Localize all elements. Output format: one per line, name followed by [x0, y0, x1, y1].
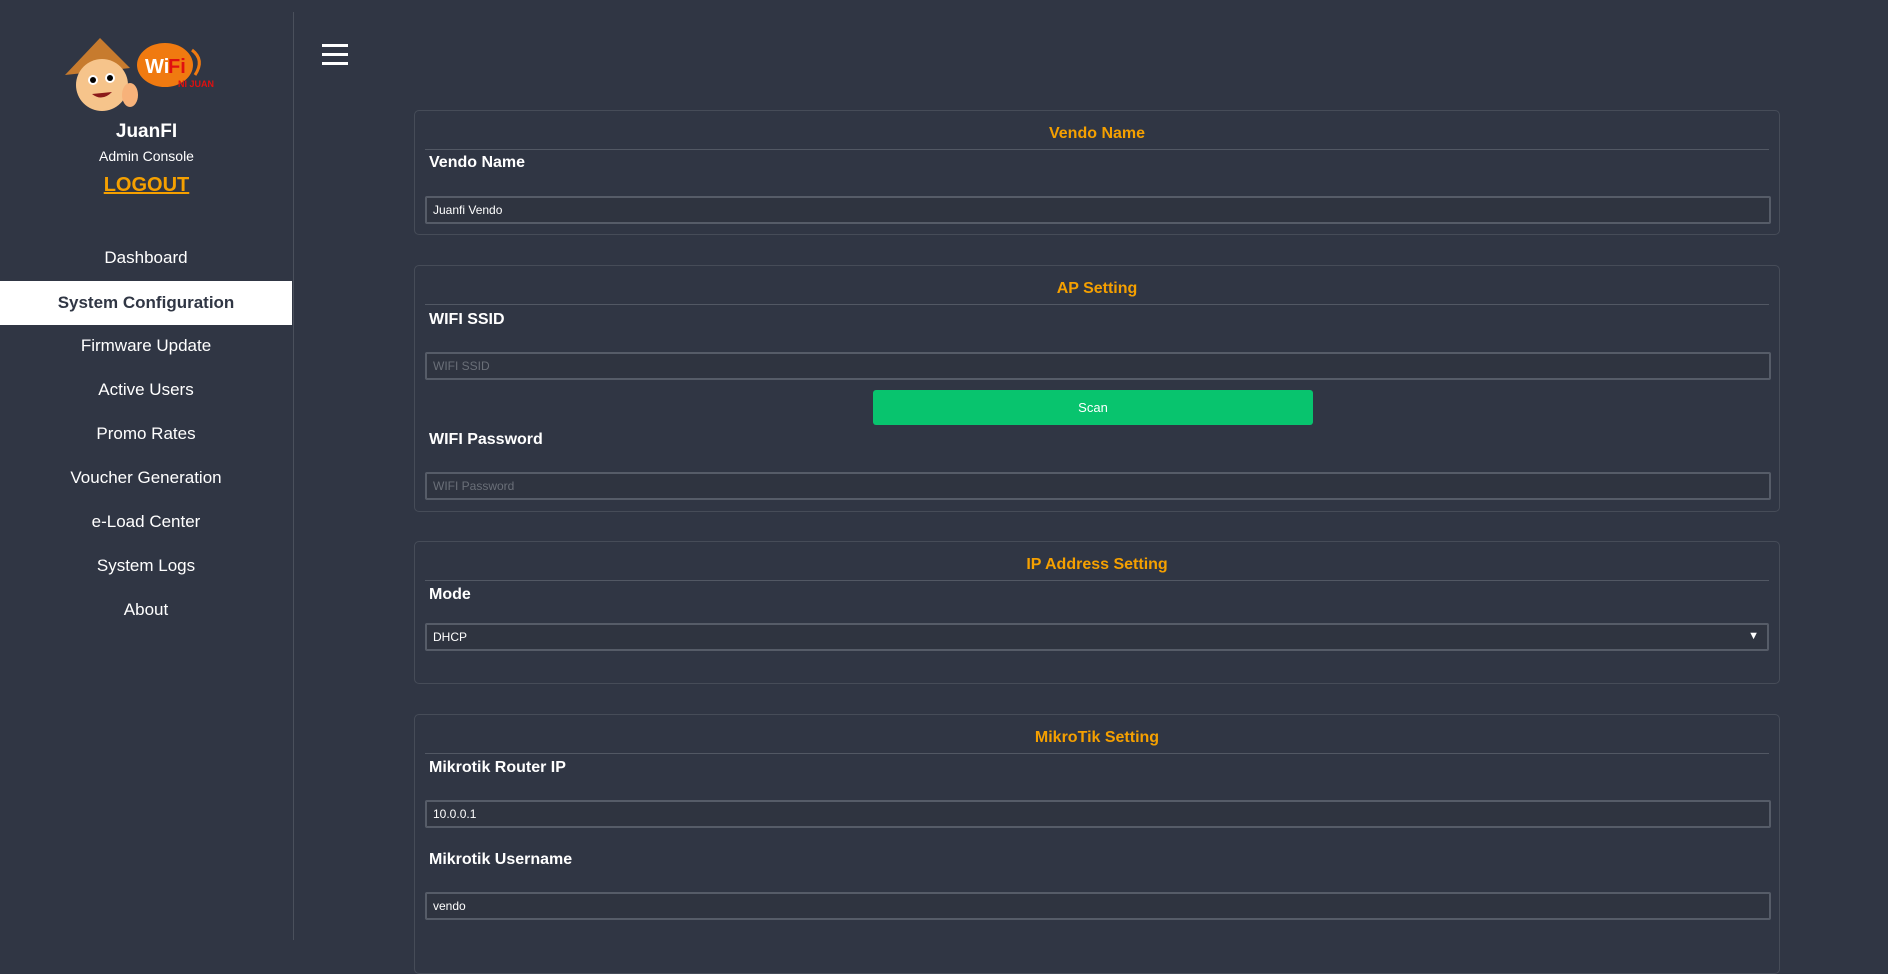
- ap-setting-card: AP Setting WIFI SSID Scan WIFI Password: [414, 265, 1780, 512]
- sidebar-item-system-configuration[interactable]: System Configuration: [0, 281, 292, 325]
- vendo-name-input[interactable]: [425, 196, 1771, 224]
- app-subtitle: Admin Console: [99, 148, 194, 164]
- sidebar-item-firmware-update[interactable]: Firmware Update: [0, 324, 292, 368]
- sidebar: Wi Fi NI JUAN JuanFI Admin Console LOGOU…: [0, 0, 293, 940]
- sidebar-item-active-users[interactable]: Active Users: [0, 368, 292, 412]
- svg-text:Fi: Fi: [168, 56, 186, 78]
- wifi-password-input[interactable]: [425, 472, 1771, 500]
- card-title: MikroTik Setting: [425, 729, 1769, 754]
- mikrotik-ip-label: Mikrotik Router IP: [429, 759, 566, 776]
- mikrotik-card: MikroTik Setting Mikrotik Router IP Mikr…: [414, 714, 1780, 974]
- sidebar-item-voucher-generation[interactable]: Voucher Generation: [0, 456, 292, 500]
- sidebar-item-about[interactable]: About: [0, 588, 292, 632]
- mikrotik-ip-input[interactable]: [425, 800, 1771, 828]
- menu-toggle-icon[interactable]: [322, 44, 348, 66]
- mikrotik-username-input[interactable]: [425, 892, 1771, 920]
- sidebar-item-dashboard[interactable]: Dashboard: [0, 236, 292, 280]
- svg-text:Wi: Wi: [145, 56, 169, 78]
- juanfi-logo: Wi Fi NI JUAN: [65, 38, 214, 111]
- ip-address-card: IP Address Setting Mode DHCP ▼: [414, 541, 1780, 684]
- sidebar-item-promo-rates[interactable]: Promo Rates: [0, 412, 292, 456]
- vendo-name-card: Vendo Name Vendo Name: [414, 110, 1780, 235]
- wifi-ssid-label: WIFI SSID: [429, 311, 505, 328]
- vendo-name-label: Vendo Name: [429, 154, 526, 171]
- sidebar-item-eload-center[interactable]: e-Load Center: [0, 500, 292, 544]
- svg-text:NI JUAN: NI JUAN: [178, 79, 214, 89]
- wifi-password-label: WIFI Password: [429, 431, 543, 448]
- app-name: JuanFI: [115, 121, 178, 142]
- mode-select[interactable]: DHCP: [425, 623, 1769, 651]
- sidebar-divider: [293, 12, 294, 940]
- scan-button[interactable]: Scan: [873, 390, 1313, 425]
- sidebar-item-system-logs[interactable]: System Logs: [0, 544, 292, 588]
- logout-link[interactable]: LOGOUT: [104, 174, 190, 196]
- card-title: AP Setting: [425, 280, 1769, 305]
- mode-value: DHCP: [433, 630, 468, 644]
- mikrotik-username-label: Mikrotik Username: [429, 851, 573, 868]
- card-title: IP Address Setting: [425, 556, 1769, 581]
- card-title: Vendo Name: [425, 125, 1769, 150]
- wifi-ssid-input[interactable]: [425, 352, 1771, 380]
- mode-label: Mode: [429, 586, 471, 603]
